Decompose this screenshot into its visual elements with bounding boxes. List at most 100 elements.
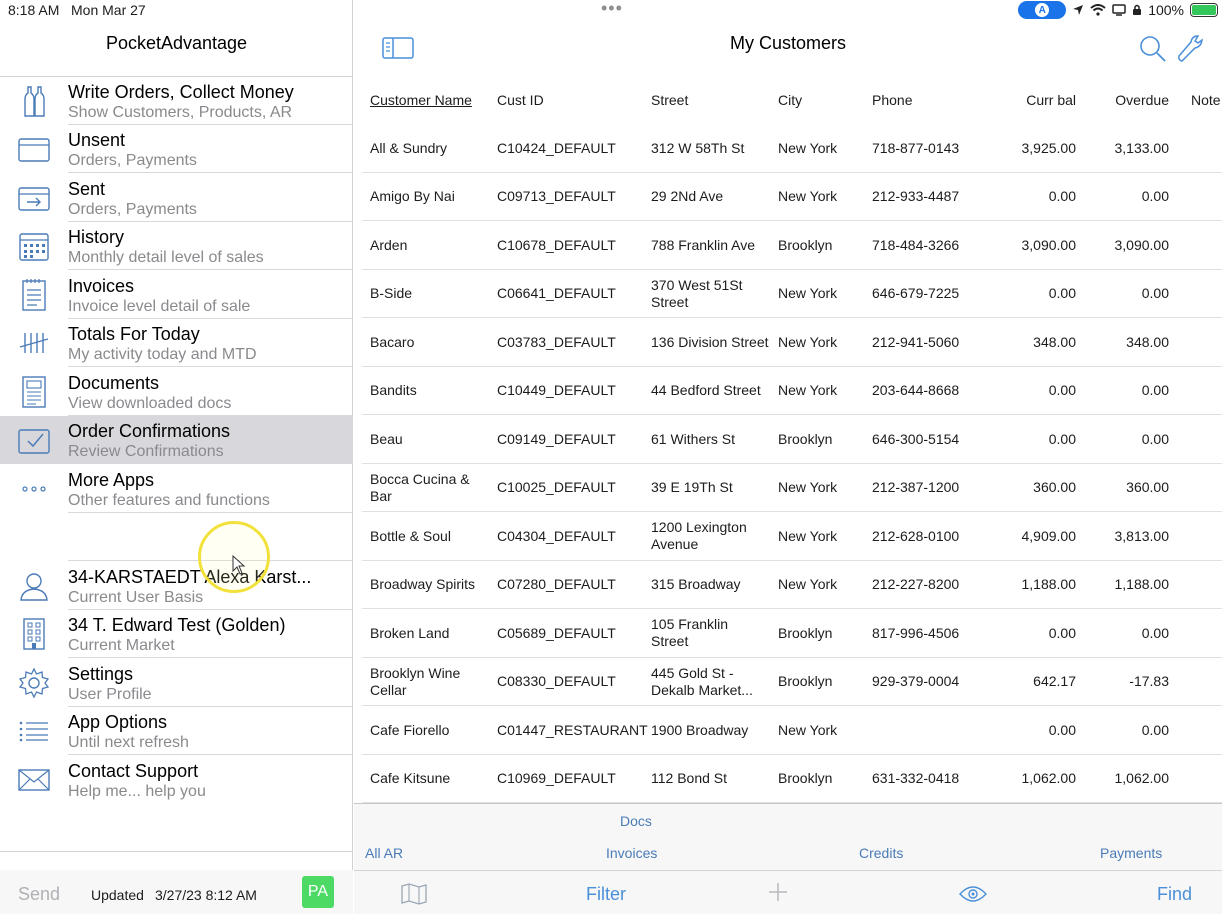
column-header-customer-name[interactable]: Customer Name xyxy=(370,92,472,108)
table-row[interactable]: Bacaro C03783_DEFAULT 136 Division Street N… xyxy=(354,318,1222,367)
map-icon[interactable] xyxy=(400,882,428,911)
sidebar-item-order-confirmations[interactable]: Order Confirmations Review Confirmations xyxy=(0,416,353,464)
column-header-cust-id[interactable]: Cust ID xyxy=(497,92,544,108)
column-header-overdue[interactable]: Overdue xyxy=(1069,92,1169,108)
updated-timestamp: 3/27/23 8:12 AM xyxy=(155,887,257,903)
table-row[interactable]: All & Sundry C10424_DEFAULT 312 W 58Th St N… xyxy=(354,124,1222,173)
document-icon xyxy=(16,375,52,408)
cell-curr-bal: 1,188.00 xyxy=(1021,576,1077,593)
cell-overdue: 0.00 xyxy=(1141,721,1169,738)
sidebar-item-settings[interactable]: Settings User Profile xyxy=(0,659,353,707)
sidebar-item-subtitle: Current User Basis xyxy=(68,588,204,606)
cell-cust-id: C07280_DEFAULT xyxy=(497,576,616,593)
cell-street: 788 Franklin Ave xyxy=(651,236,756,253)
multitasking-dots[interactable]: ••• xyxy=(601,0,623,19)
cell-curr-bal: 0.00 xyxy=(1048,188,1076,205)
table-row[interactable]: Cafe Fiorello C01447_RESTAURANT 1900 Broad… xyxy=(354,706,1222,755)
sidebar-item-totals-for-today[interactable]: Totals For Today My activity today and M… xyxy=(0,319,353,367)
pa-status-badge[interactable]: PA xyxy=(302,876,334,908)
sidebar-item-write-orders[interactable]: Write Orders, Collect Money Show Custome… xyxy=(0,77,353,125)
column-header-curr-bal[interactable]: Curr bal xyxy=(976,92,1076,108)
filter-button[interactable]: Filter xyxy=(586,884,626,905)
cell-city: New York xyxy=(778,333,838,350)
cell-street: 39 E 19Th St xyxy=(651,479,733,496)
cell-overdue: 348.00 xyxy=(1126,333,1169,350)
table-row[interactable]: Broken Land C05689_DEFAULT 105 Franklin St… xyxy=(354,609,1222,658)
table-row[interactable]: Brooklyn Wine Cellar C08330_DEFAULT 445 Go… xyxy=(354,658,1222,706)
cell-phone: 212-387-1200 xyxy=(872,479,960,496)
table-row[interactable]: Arden C10678_DEFAULT 788 Franklin Ave Brook… xyxy=(354,221,1222,270)
sidebar-item-documents[interactable]: Documents View downloaded docs xyxy=(0,368,353,416)
cell-curr-bal: 0.00 xyxy=(1048,721,1076,738)
calendar-icon xyxy=(16,230,52,262)
column-header-city[interactable]: City xyxy=(778,92,802,108)
add-icon[interactable] xyxy=(767,881,789,908)
cell-customer-name: Bocca Cucina & Bar xyxy=(370,470,470,504)
sidebar-item-sent[interactable]: Sent Orders, Payments xyxy=(0,174,353,222)
sidebar: PocketAdvantage Write Orders, Collect Mo… xyxy=(0,0,353,914)
sidebar-item-invoices[interactable]: Invoices Invoice level detail of sale xyxy=(0,271,353,319)
sidebar-item-current-market[interactable]: 34 T. Edward Test (Golden) Current Marke… xyxy=(0,610,353,658)
cell-phone: 718-877-0143 xyxy=(872,139,960,156)
bottles-icon xyxy=(16,85,52,117)
sidebar-item-label: Documents xyxy=(68,372,160,393)
table-row[interactable]: Bandits C10449_DEFAULT 44 Bedford Street Ne… xyxy=(354,367,1222,415)
cell-street: 44 Bedford Street xyxy=(651,382,761,399)
cell-street: 112 Bond St xyxy=(651,770,728,787)
sidebar-item-history[interactable]: History Monthly detail level of sales xyxy=(0,222,353,270)
sidebar-item-current-user[interactable]: 34-KARSTAEDT Alexa Karst... Current User… xyxy=(0,562,353,610)
cell-phone: 212-941-5060 xyxy=(872,333,960,350)
tab-invoices[interactable]: Invoices xyxy=(606,845,657,861)
column-header-note[interactable]: Note xyxy=(1191,92,1221,108)
table-row[interactable]: Bottle & Soul C04304_DEFAULT 1200 Lexingto… xyxy=(354,512,1222,561)
sidebar-item-subtitle: Other features and functions xyxy=(68,491,270,509)
sidebar-item-contact-support[interactable]: Contact Support Help me... help you xyxy=(0,756,353,804)
find-button[interactable]: Find xyxy=(1157,884,1192,905)
pointer-icon xyxy=(232,555,246,575)
sidebar-item-label: 34 T. Edward Test (Golden) xyxy=(68,615,286,635)
cell-city: New York xyxy=(778,479,838,496)
table-row[interactable]: Broadway Spirits C07280_DEFAULT 315 Broadw… xyxy=(354,561,1222,609)
table-row[interactable]: Beau C09149_DEFAULT 61 Withers St Brooklyn 6… xyxy=(354,415,1222,464)
sidebar-item-subtitle: Monthly detail level of sales xyxy=(68,249,264,266)
more-dots-icon xyxy=(16,473,52,505)
tab-credits[interactable]: Credits xyxy=(859,845,903,861)
sidebar-spacer xyxy=(0,513,353,561)
cell-phone: 718-484-3266 xyxy=(872,236,960,253)
docs-tab[interactable]: Docs xyxy=(620,813,652,829)
eye-icon[interactable] xyxy=(959,885,987,908)
cell-phone: 929-379-0004 xyxy=(872,673,960,690)
cell-customer-name: Amigo By Nai xyxy=(370,188,455,205)
table-row[interactable]: Bocca Cucina & Bar C10025_DEFAULT 39 E 19T… xyxy=(354,464,1222,512)
sidebar-item-more-apps[interactable]: More Apps Other features and functions xyxy=(0,465,353,513)
column-header-phone[interactable]: Phone xyxy=(872,92,912,108)
cell-overdue: 3,090.00 xyxy=(1114,236,1170,253)
table-row[interactable]: Cafe Kitsune C10969_DEFAULT 112 Bond St Bro… xyxy=(354,755,1222,803)
sidebar-item-unsent[interactable]: Unsent Orders, Payments xyxy=(0,125,353,173)
screen-mirror-icon xyxy=(1112,4,1126,16)
sidebar-item-app-options[interactable]: App Options Until next refresh xyxy=(0,707,353,755)
table-row[interactable]: B-Side C06641_DEFAULT 370 West 51St Street… xyxy=(354,270,1222,318)
cell-city: New York xyxy=(778,285,838,302)
cell-cust-id: C09149_DEFAULT xyxy=(497,430,616,447)
search-icon[interactable] xyxy=(1139,35,1167,68)
sidebar-item-subtitle: Until next refresh xyxy=(68,734,189,751)
column-header-street[interactable]: Street xyxy=(651,92,688,108)
tab-payments[interactable]: Payments xyxy=(1100,845,1162,861)
outbox-icon xyxy=(16,133,52,165)
tab-all-ar[interactable]: All AR xyxy=(365,845,403,861)
sent-tray-icon xyxy=(16,182,52,214)
cell-customer-name: Brooklyn Wine Cellar xyxy=(370,664,461,698)
cell-street: 1900 Broadway xyxy=(651,721,749,738)
cell-street: 29 2Nd Ave xyxy=(651,188,724,205)
app-title: PocketAdvantage xyxy=(105,33,248,53)
cell-curr-bal: 0.00 xyxy=(1048,624,1076,641)
pill-letter: A xyxy=(1035,3,1050,17)
battery-percent: 100% xyxy=(1148,2,1184,18)
cell-city: New York xyxy=(778,139,838,156)
cell-customer-name: Bottle & Soul xyxy=(370,527,451,544)
table-row[interactable]: Amigo By Nai C09713_DEFAULT 29 2Nd Ave New … xyxy=(354,173,1222,221)
send-button[interactable]: Send xyxy=(18,884,60,905)
cell-street: 445 Gold St - Dekalb Market... xyxy=(651,664,753,698)
wrench-icon[interactable] xyxy=(1176,34,1204,69)
